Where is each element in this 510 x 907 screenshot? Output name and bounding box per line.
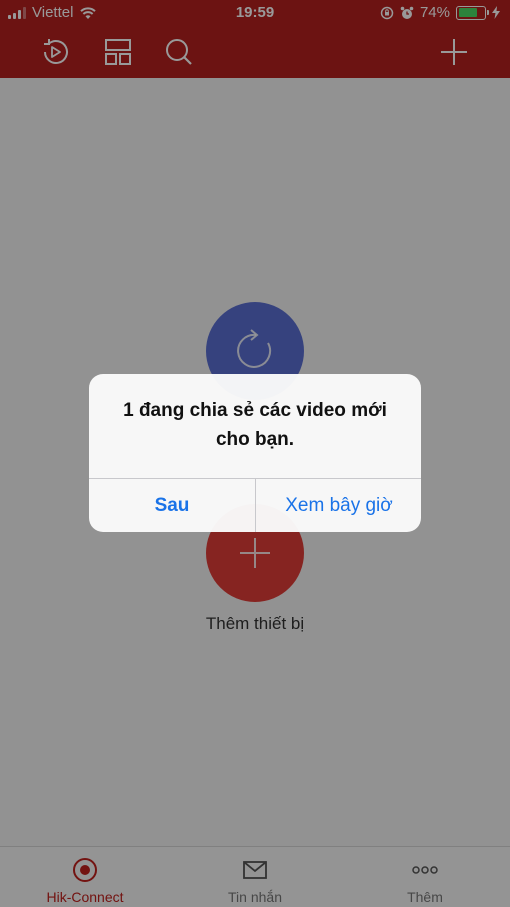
- alert-dialog: 1 đang chia sẻ các video mới cho bạn. Sa…: [89, 374, 421, 532]
- later-button[interactable]: Sau: [89, 479, 255, 532]
- alert-message: 1 đang chia sẻ các video mới cho bạn.: [123, 400, 387, 450]
- view-now-button[interactable]: Xem bây giờ: [256, 479, 421, 532]
